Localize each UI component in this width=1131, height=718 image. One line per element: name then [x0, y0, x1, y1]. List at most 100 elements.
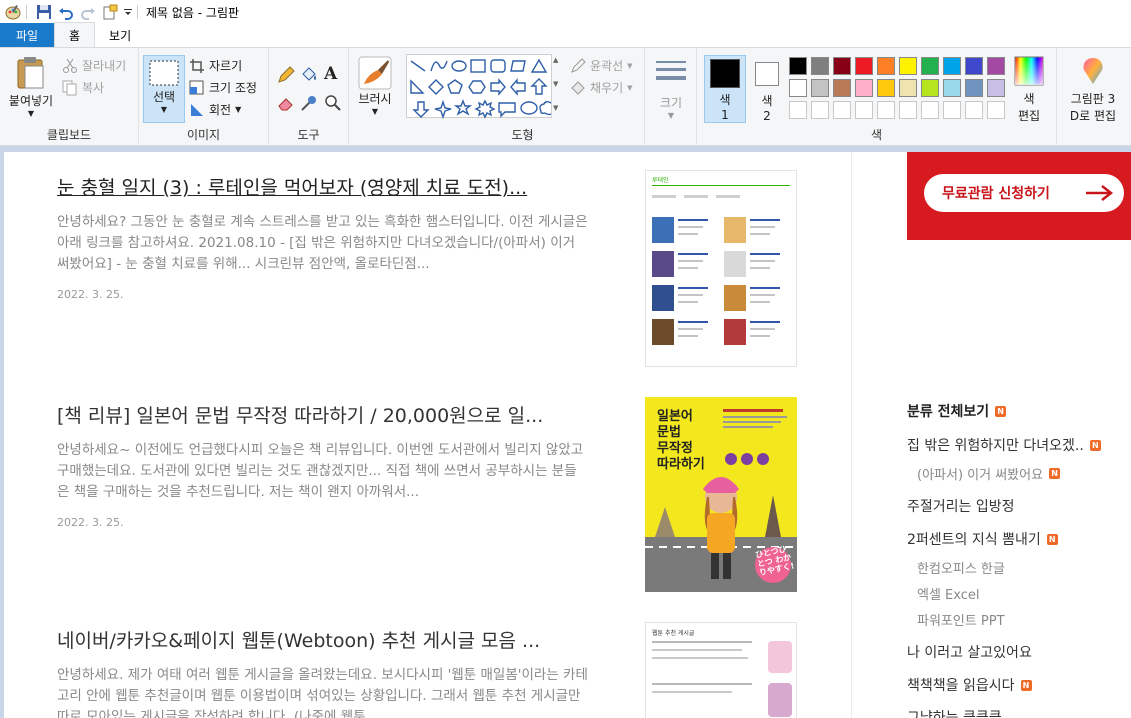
color-swatch[interactable] [877, 57, 895, 75]
category-label: 집 밖은 위험하지만 다녀오겠.. [907, 438, 1084, 454]
color-swatch[interactable] [921, 57, 939, 75]
color-swatch[interactable] [943, 57, 961, 75]
magnifier-icon[interactable] [324, 94, 342, 112]
color-swatch[interactable] [855, 101, 873, 119]
product-text-line [750, 253, 780, 255]
category-item[interactable]: 2퍼센트의 지식 뽐내기 N [907, 529, 1058, 549]
select-button[interactable]: 선택 ▼ [143, 55, 185, 123]
book-title-line: 문법 [657, 425, 681, 440]
save-icon[interactable] [35, 3, 53, 21]
rotate-icon [191, 103, 203, 116]
subcategory-item[interactable]: 파워포인트 PPT [917, 610, 1005, 629]
size-button[interactable]: 크기 ▼ [653, 58, 689, 120]
resize-label: 크기 조정 [209, 81, 257, 95]
color-swatch[interactable] [899, 57, 917, 75]
product-text-line [750, 226, 775, 228]
crop-button[interactable]: 자르기 [189, 57, 242, 74]
category-item[interactable]: 집 밖은 위험하지만 다녀오겠.. N [907, 435, 1101, 455]
subcategory-item[interactable]: (아파서) 이거 써봤어요 N [917, 464, 1061, 483]
color-swatch[interactable] [855, 79, 873, 97]
chevron-down-icon: ▼ [371, 107, 379, 116]
paint3d-icon [1083, 58, 1103, 84]
color-swatch[interactable] [877, 101, 895, 119]
post-2: [책 리뷰] 일본어 문법 무작정 따라하기 / 20,000원으로 일... … [57, 402, 589, 529]
category-item[interactable]: 주절거리는 입방정 [907, 496, 1015, 516]
product-text-line [678, 335, 698, 337]
color-swatch[interactable] [965, 101, 983, 119]
eraser-icon[interactable] [277, 94, 295, 112]
color-swatch[interactable] [943, 79, 961, 97]
text-tool-icon[interactable]: A [324, 64, 337, 84]
color-swatch[interactable] [921, 79, 939, 97]
pencil-icon[interactable] [277, 66, 295, 84]
paint-app-icon[interactable] [4, 3, 22, 21]
color-swatch[interactable] [789, 79, 807, 97]
color-swatch[interactable] [833, 79, 851, 97]
color-swatch[interactable] [855, 57, 873, 75]
category-all[interactable]: 분류 전체보기 N [907, 401, 1007, 421]
select-label: 선택 [152, 90, 176, 104]
free-trial-banner[interactable]: 무료관람 신청하기 [907, 152, 1131, 240]
post-title: 눈 충혈 일지 (3) : 루테인을 먹어보자 (영양제 치료 도전)... [57, 177, 528, 199]
color-swatch[interactable] [789, 101, 807, 119]
color-swatch[interactable] [811, 79, 829, 97]
separator [137, 5, 138, 19]
post-title: 네이버/카카오&페이지 웹툰(Webtoon) 추천 게시글 모음 ... [57, 630, 541, 652]
color-swatch[interactable] [833, 57, 851, 75]
redo-icon[interactable] [79, 3, 97, 21]
color-swatch[interactable] [789, 57, 807, 75]
product-text-line [678, 226, 703, 228]
shapes-group-label: 도형 [511, 128, 534, 142]
color-swatch[interactable] [987, 101, 1005, 119]
arrow-right-icon [1086, 185, 1114, 201]
product-text-line [678, 301, 698, 303]
copy-button[interactable]: 복사 [62, 79, 104, 96]
subcategory-item[interactable]: 엑셀 Excel [917, 584, 980, 603]
color-swatch[interactable] [833, 101, 851, 119]
color-swatch[interactable] [965, 79, 983, 97]
thumb-nav-line [652, 195, 676, 198]
color-swatch[interactable] [899, 101, 917, 119]
new-badge: N [995, 405, 1007, 417]
cut-button[interactable]: 잘라내기 [62, 57, 126, 74]
customize-toolbar-icon[interactable] [123, 3, 133, 21]
sidebar-divider [851, 152, 852, 718]
post-3: 네이버/카카오&페이지 웹툰(Webtoon) 추천 게시글 모음 ... 안녕… [57, 627, 589, 718]
tab-file[interactable]: 파일 [0, 23, 54, 47]
product-text-line [750, 321, 780, 323]
edit-with-paint3d-button[interactable]: 그림판 3 D로 편집 [1060, 56, 1126, 124]
product-text-line [750, 267, 770, 269]
separator [26, 5, 27, 19]
color-swatch[interactable] [943, 101, 961, 119]
free-trial-button[interactable]: 무료관람 신청하기 [924, 174, 1124, 212]
rotate-button[interactable]: 회전 ▼ [189, 101, 241, 118]
resize-button[interactable]: 크기 조정 [189, 79, 257, 96]
subcategory-item[interactable]: 한컴오피스 한글 [917, 558, 1005, 577]
product-text-line [750, 287, 780, 289]
tools-group: A 도구 [269, 48, 349, 146]
tab-home[interactable]: 홈 [54, 22, 96, 47]
title-bar: 제목 없음 - 그림판 [0, 0, 1131, 24]
ribbon-tabs: 파일 홈 보기 [0, 22, 1131, 48]
category-item[interactable]: 책책책을 읽읍시다 N [907, 675, 1032, 695]
category-item[interactable]: 나 이러고 살고있어요 [907, 642, 1032, 662]
category-item[interactable]: 그냥하는 킁킁킁 [907, 707, 1002, 718]
undo-icon[interactable] [57, 3, 75, 21]
color-picker-icon[interactable] [300, 94, 318, 112]
fill-bucket-icon[interactable] [300, 66, 318, 84]
canvas[interactable]: 눈 충혈 일지 (3) : 루테인을 먹어보자 (영양제 치료 도전)... 안… [0, 152, 1131, 718]
color-swatch[interactable] [899, 79, 917, 97]
color-swatch[interactable] [987, 57, 1005, 75]
thumb-nav-line [684, 195, 708, 198]
color-swatch[interactable] [921, 101, 939, 119]
paste-button[interactable]: 붙여넣기 ▼ [6, 56, 56, 118]
product-text-line [678, 253, 708, 255]
color-swatch[interactable] [965, 57, 983, 75]
properties-icon[interactable] [101, 3, 119, 21]
color-swatch[interactable] [877, 79, 895, 97]
color-swatch[interactable] [987, 79, 1005, 97]
tab-view[interactable]: 보기 [95, 23, 145, 47]
color-swatch[interactable] [811, 57, 829, 75]
brushes-button[interactable]: 브러시 ▼ [352, 56, 398, 116]
color-swatch[interactable] [811, 101, 829, 119]
